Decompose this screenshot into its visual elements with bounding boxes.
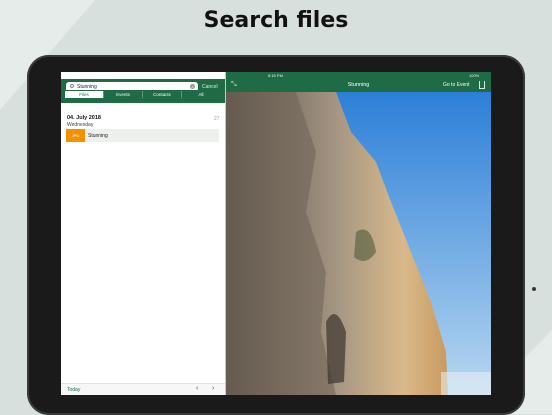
tab-all[interactable]: All <box>181 91 220 98</box>
front-camera <box>532 287 536 291</box>
today-button[interactable]: Today <box>67 387 80 393</box>
panel-footer: Today ‹ › <box>61 383 225 395</box>
tab-contacts[interactable]: Contacts <box>142 91 181 98</box>
file-thumbnail: JPG <box>66 129 85 142</box>
result-date: 04. July 2018 <box>67 115 101 121</box>
file-name: Stunning <box>88 133 108 139</box>
tab-events[interactable]: Events <box>103 91 142 98</box>
list-item[interactable]: JPG Stunning <box>66 129 219 142</box>
tab-files[interactable]: Files <box>65 91 103 98</box>
detail-header: ⤡ Stunning Go to Event <box>226 79 491 92</box>
app-screen: Carrier 8:16 PM 100% Stunning × Cancel F… <box>61 72 491 395</box>
result-weekday: Wednesday <box>67 122 94 128</box>
chevron-right-icon[interactable]: › <box>212 385 214 392</box>
clear-icon[interactable]: × <box>190 84 195 89</box>
filter-tabs: Files Events Contacts All <box>64 90 221 99</box>
detail-panel: ⤡ Stunning Go to Event <box>226 72 491 395</box>
result-day-number: 27 <box>214 116 220 122</box>
go-to-event-button[interactable]: Go to Event <box>443 82 469 88</box>
photo-preview[interactable] <box>226 92 491 395</box>
search-panel: Stunning × Cancel Files Events Contacts … <box>61 72 225 395</box>
chevron-left-icon[interactable]: ‹ <box>196 385 198 392</box>
search-icon <box>70 84 74 88</box>
share-icon[interactable] <box>479 81 485 89</box>
page-headline: Search files <box>203 8 349 33</box>
